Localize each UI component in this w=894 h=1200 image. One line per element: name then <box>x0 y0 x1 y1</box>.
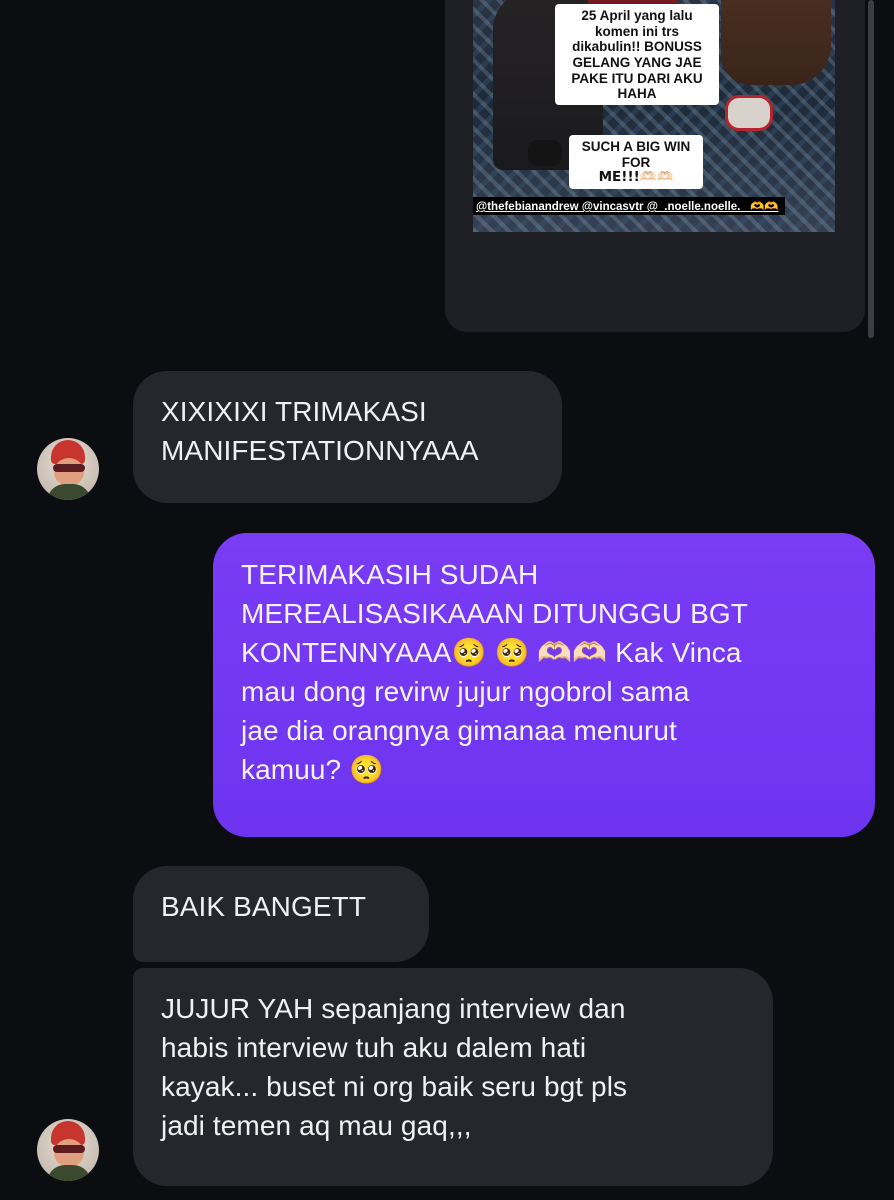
avatar-body <box>47 484 91 500</box>
avatar-face <box>54 458 84 486</box>
story-sticker-line: HAHA <box>617 86 657 102</box>
story-person-right <box>721 0 831 85</box>
story-mentions: @thefebianandrew @vincasvtr @_.noelle.no… <box>473 197 785 215</box>
story-sticker-line: PAKE ITU DARI AKU <box>571 70 703 86</box>
story-win-line: ME!!!🫶🏻🫶🏻 <box>598 169 674 186</box>
story-shoe <box>725 95 773 131</box>
story-sticker-line: 25 April yang lalu <box>581 8 693 23</box>
incoming-message-bubble[interactable]: JUJUR YAH sepanjang interview dan habis … <box>133 968 773 1186</box>
incoming-message-bubble[interactable]: XIXIXIXI TRIMAKASI MANIFESTATIONNYAAA <box>133 371 562 503</box>
story-win-sticker: SUCH A BIG WIN FOR ME!!!🫶🏻🫶🏻 <box>569 135 703 189</box>
avatar-glasses <box>53 1145 85 1153</box>
story-win-line: SUCH A BIG WIN FOR <box>581 139 691 170</box>
contact-avatar[interactable] <box>37 1119 99 1181</box>
outgoing-message-bubble[interactable]: TERIMAKASIH SUDAH MEREALISASIKAAAN DITUN… <box>213 533 875 837</box>
incoming-message-bubble[interactable]: BAIK BANGETT <box>133 866 429 962</box>
story-mentions-text: @thefebianandrew @vincasvtr @_.noelle.no… <box>476 201 747 213</box>
heart-hands-icon: 🫶🫶 <box>749 199 779 213</box>
scrollbar[interactable] <box>868 0 874 338</box>
story-text-sticker: 25 April yang lalu komen ini trs dikabul… <box>555 4 719 105</box>
story-sticker-line: GELANG YANG JAE <box>572 54 702 70</box>
contact-avatar[interactable] <box>37 438 99 500</box>
avatar-body <box>47 1165 91 1181</box>
story-image[interactable]: 25 April yang lalu komen ini trs dikabul… <box>473 0 835 232</box>
shared-story-card[interactable]: 25 April yang lalu komen ini trs dikabul… <box>445 0 865 332</box>
chat-screen: 25 April yang lalu komen ini trs dikabul… <box>0 0 894 1200</box>
story-sticker-line: komen ini trs <box>594 23 680 39</box>
story-sticker-line: dikabulin!! BONUSS <box>572 39 702 55</box>
avatar-face <box>54 1139 84 1167</box>
story-shoe-dark <box>528 140 562 166</box>
avatar-glasses <box>53 464 85 472</box>
